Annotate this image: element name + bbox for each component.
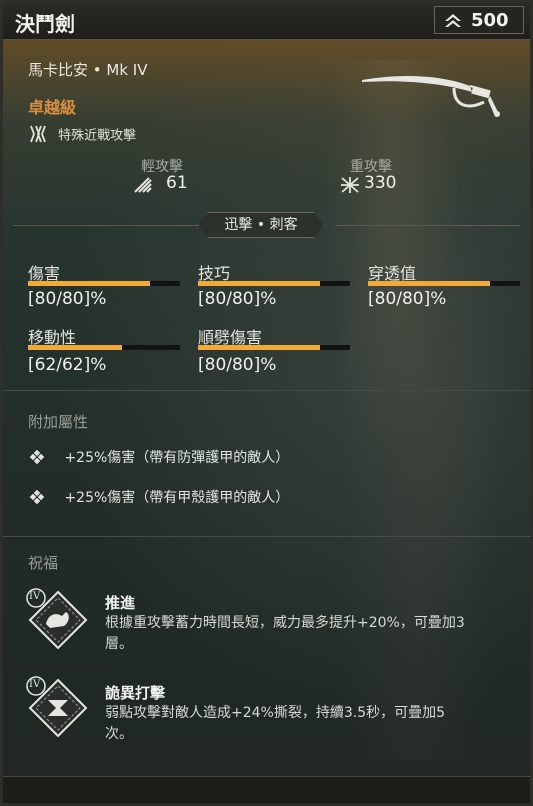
stat-damage-value: [80/80]% [28, 289, 107, 309]
blessing-name: 推進 [105, 594, 136, 612]
weapon-name: 馬卡比安 • Mk IV [28, 61, 148, 79]
special-attack-icon [30, 125, 46, 143]
card-footer [3, 776, 530, 803]
weapon-type-title: 決鬥劍 [15, 12, 75, 36]
perk-item: +25%傷害（帶有甲殼護甲的敵人） [28, 487, 289, 507]
light-attack-value: 61 [166, 173, 188, 193]
blessing-tier: IV [29, 679, 41, 690]
special-attack: 特殊近戰攻擊 [28, 124, 136, 144]
sabre-icon [362, 76, 500, 117]
light-attack-label: 輕攻擊 [141, 159, 183, 175]
heavy-attack-value: 330 [364, 173, 397, 193]
perk-diamond-icon [28, 448, 46, 466]
light-attack-icon [134, 177, 152, 193]
stat-cleave-value: [80/80]% [198, 355, 277, 375]
perks-title: 附加屬性 [28, 413, 89, 431]
heavy-attack-icon [341, 177, 359, 193]
item-level-value: 500 [471, 10, 509, 31]
perk-text: +25%傷害（帶有甲殼護甲的敵人） [64, 490, 290, 506]
section-divider [3, 390, 530, 391]
stat-finesse-bar [198, 281, 350, 286]
stat-damage-bar [28, 281, 180, 286]
blessing-description: 弱點攻擊對敵人造成+24%撕裂，持續3.5秒，可疊加5次。 [105, 705, 446, 742]
perk-diamond-icon [28, 488, 46, 506]
card-header: 決鬥劍 500 [3, 3, 530, 40]
stat-mobility-value: [62/62]% [28, 355, 107, 375]
perk-text: +25%傷害（帶有防彈護甲的敵人） [64, 450, 290, 466]
stat-penetration-value: [80/80]% [368, 289, 447, 309]
blessings-title: 祝福 [28, 554, 59, 572]
rarity-label: 卓越級 [28, 98, 77, 117]
blessing-tier: IV [29, 591, 41, 602]
stat-cleave-bar [198, 345, 350, 350]
stat-penetration-bar [368, 281, 520, 286]
chevron-rank-icon [445, 14, 461, 27]
stat-mobility-bar [28, 345, 180, 350]
blessing-description: 根據重攻擊蓄力時間長短，威力最多提升+20%，可疊加3層。 [105, 615, 465, 652]
section-divider [3, 536, 530, 537]
special-attack-label: 特殊近戰攻擊 [58, 128, 137, 144]
blessing-name: 詭異打擊 [105, 684, 166, 702]
weapon-class-tag: 迅擊 • 刺客 [198, 212, 324, 238]
stat-finesse-value: [80/80]% [198, 289, 277, 309]
item-level-badge: 500 [434, 6, 524, 34]
perk-item: +25%傷害（帶有防彈護甲的敵人） [28, 447, 289, 467]
